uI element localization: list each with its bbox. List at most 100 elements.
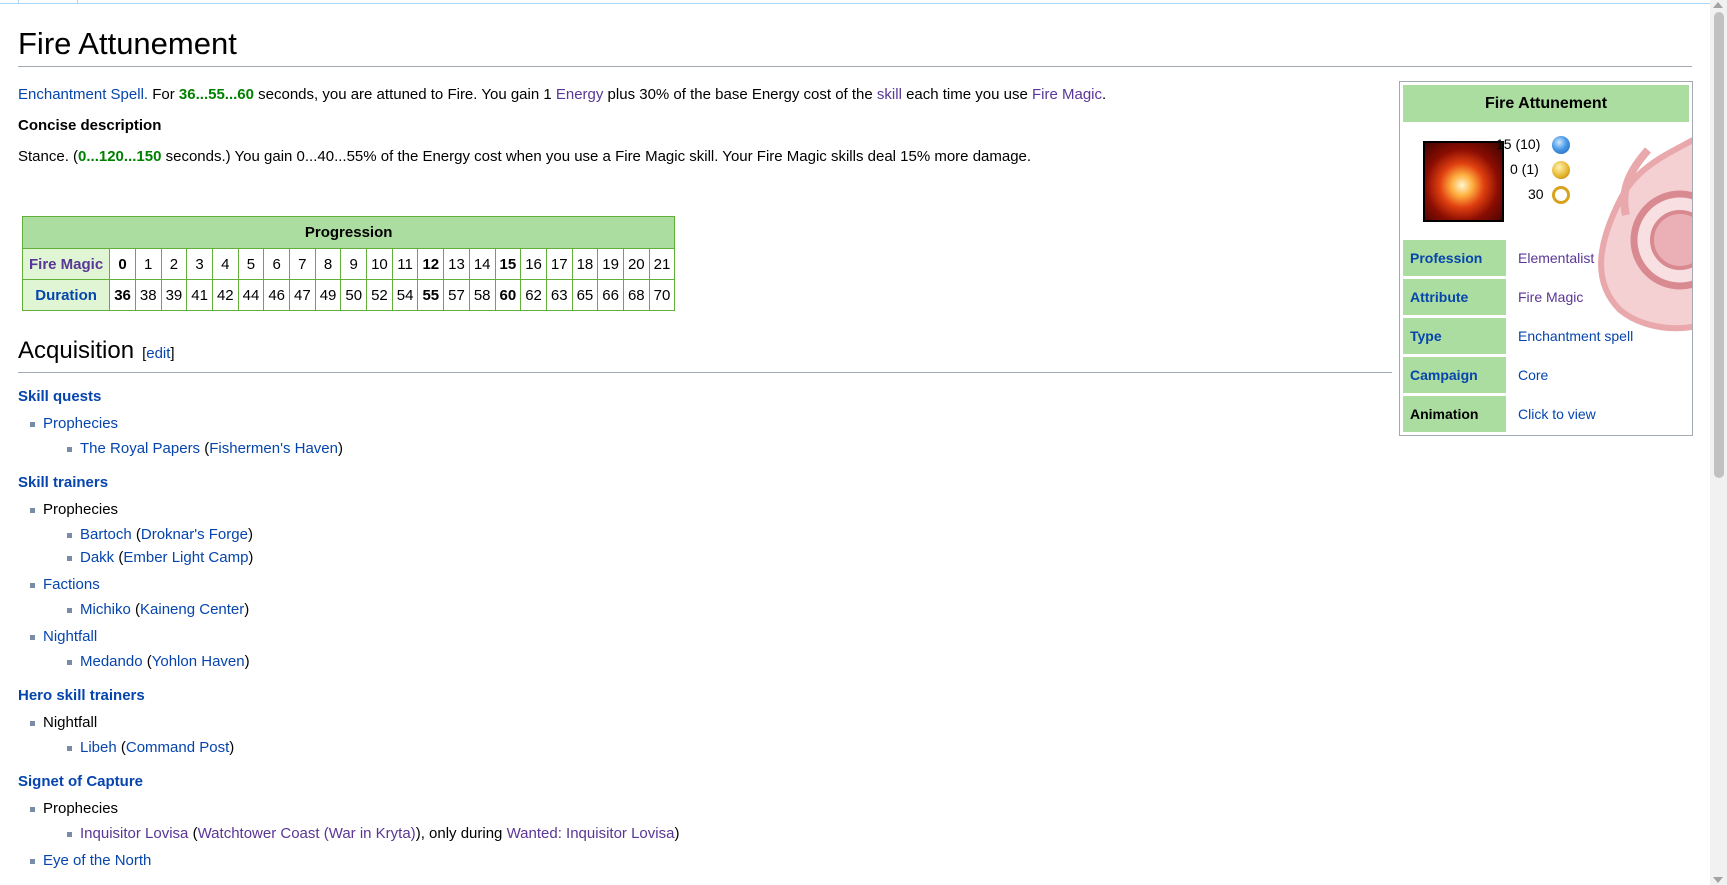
progression-level-cell: 9 (340, 248, 368, 280)
progression-duration-cell: 36 (109, 279, 136, 311)
infobox-title: Fire Attunement (1403, 85, 1689, 122)
edit-link[interactable]: edit (146, 345, 170, 362)
progression-duration-cell: 38 (134, 279, 162, 311)
progression-duration-cell: 58 (468, 279, 496, 311)
boss-link[interactable]: Inquisitor Lovisa (80, 825, 188, 842)
trainer-link[interactable]: Michiko (80, 601, 131, 618)
energy-link[interactable]: Energy (556, 86, 604, 103)
nightfall-link[interactable]: Nightfall (43, 628, 97, 645)
infobox-row-animation: Animation Click to view (1403, 396, 1689, 432)
progression-duration-cell: 62 (520, 279, 547, 311)
progression-duration-cell: 50 (340, 279, 368, 311)
progression-level-cell: 19 (597, 248, 624, 280)
progression-duration-cell: 60 (494, 279, 522, 311)
infobox-row-type: Type Enchantment spell (1403, 318, 1689, 354)
energy-orb-icon (1552, 136, 1570, 154)
progression-duration-cell: 63 (545, 279, 573, 311)
prophecies-link[interactable]: Prophecies (43, 415, 118, 432)
progression-duration-cell: 68 (622, 279, 650, 311)
skill-trainers-heading[interactable]: Skill trainers (18, 473, 1692, 493)
scrollbar-thumb[interactable] (1714, 12, 1724, 478)
quest-link[interactable]: The Royal Papers (80, 440, 200, 457)
progression-duration-cell: 70 (648, 279, 676, 311)
list-item: Michiko (Kaineng Center) (67, 599, 1692, 620)
location-link[interactable]: Watchtower Coast (War in Kryta) (198, 825, 416, 842)
list-item: Dakk (Ember Light Camp) (67, 547, 1692, 568)
progression-level-cell: 21 (648, 248, 676, 280)
enchantment-spell-link[interactable]: Enchantment Spell. (18, 86, 148, 103)
list-item: Nightfall Medando (Yohlon Haven) (30, 626, 1692, 672)
factions-link[interactable]: Factions (43, 576, 100, 593)
progression-level-cell: 3 (186, 248, 213, 280)
progression-duration-cell: 54 (391, 279, 419, 311)
recharge-icon (1552, 186, 1570, 204)
hero-skill-trainers-heading[interactable]: Hero skill trainers (18, 686, 1692, 706)
list-item: Inquisitor Lovisa (Watchtower Coast (War… (67, 823, 1692, 844)
progression-table: Progression Fire Magic 0 1 2 3 4 5 6 7 8 9 10 11 12 1… (21, 216, 676, 311)
progression-level-cell: 14 (468, 248, 496, 280)
eye-of-the-north-link[interactable]: Eye of the North (43, 852, 151, 869)
quest-link[interactable]: Wanted: Inquisitor Lovisa (507, 825, 675, 842)
progression-level-cell: 8 (314, 248, 342, 280)
location-link[interactable]: Fishermen's Haven (209, 440, 338, 457)
progression-duration-cell: 39 (160, 279, 188, 311)
progression-level-cell: 17 (545, 248, 573, 280)
location-link[interactable]: Droknar's Forge (141, 526, 248, 543)
trainer-link[interactable]: Bartoch (80, 526, 132, 543)
list-item: Bartoch (Droknar's Forge) (67, 524, 1692, 545)
progression-level-cell: 10 (366, 248, 393, 280)
progression-duration-cell: 55 (417, 279, 445, 311)
progression-duration-cell: 65 (571, 279, 599, 311)
duration-row-label[interactable]: Duration (21, 279, 111, 311)
energy-cost: 15 (10) (1496, 136, 1541, 152)
location-link[interactable]: Command Post (126, 739, 229, 756)
profession-link[interactable]: Elementalist (1518, 250, 1594, 266)
trainer-link[interactable]: Libeh (80, 739, 117, 756)
progression-level-cell: 18 (571, 248, 599, 280)
progression-level-cell: 2 (160, 248, 188, 280)
trainer-link[interactable]: Dakk (80, 549, 114, 566)
page-title: Fire Attunement (18, 24, 1692, 67)
list-item: Libeh (Command Post) (67, 737, 1692, 758)
location-link[interactable]: Yohlon Haven (152, 653, 245, 670)
progression-level-cell: 6 (263, 248, 290, 280)
list-item: Prophecies Bartoch (Droknar's Forge) Dak… (30, 499, 1692, 568)
skill-infobox: Fire Attunement 15 (10) 0 (1) 30 Profess… (1399, 81, 1693, 436)
progression-level-cell: 11 (391, 248, 419, 280)
progression-duration-cell: 49 (314, 279, 342, 311)
progression-duration-cell: 52 (366, 279, 393, 311)
vertical-scrollbar[interactable] (1710, 0, 1727, 885)
attribute-link[interactable]: Fire Magic (1518, 289, 1583, 305)
progression-level-cell: 20 (622, 248, 650, 280)
skill-link[interactable]: skill (877, 86, 902, 103)
progression-duration-cell: 44 (237, 279, 265, 311)
progression-level-cell: 0 (109, 248, 136, 280)
campaign-link[interactable]: Core (1518, 367, 1548, 383)
fire-magic-link[interactable]: Fire Magic (1032, 86, 1102, 103)
scroll-up-arrow-icon[interactable] (1713, 2, 1723, 8)
infobox-row-attribute: Attribute Fire Magic (1403, 279, 1689, 315)
acquisition-heading: Acquisition [edit] (18, 335, 1392, 373)
location-link[interactable]: Ember Light Camp (123, 549, 248, 566)
progression-duration-cell: 41 (186, 279, 213, 311)
page-tab-active[interactable] (18, 0, 78, 4)
animation-link[interactable]: Click to view (1518, 406, 1596, 422)
progression-level-cell: 1 (134, 248, 162, 280)
fire-magic-row-label[interactable]: Fire Magic (21, 248, 111, 280)
concise-duration-values: 0...120...150 (78, 148, 162, 165)
list-item: Eye of the North (30, 850, 1692, 871)
type-link[interactable]: Enchantment spell (1518, 328, 1633, 344)
list-item: Nightfall Libeh (Command Post) (30, 712, 1692, 758)
signet-of-capture-heading[interactable]: Signet of Capture (18, 772, 1692, 792)
infobox-row-profession: Profession Elementalist (1403, 240, 1689, 276)
fire-attunement-skill-icon (1423, 141, 1504, 222)
progression-level-cell: 13 (443, 248, 470, 280)
location-link[interactable]: Kaineng Center (140, 601, 244, 618)
scroll-down-arrow-icon[interactable] (1713, 877, 1723, 883)
trainer-link[interactable]: Medando (80, 653, 143, 670)
progression-duration-cell: 42 (211, 279, 239, 311)
infobox-row-campaign: Campaign Core (1403, 357, 1689, 393)
activation-time: 0 (1) (1510, 161, 1539, 177)
progression-level-cell: 7 (289, 248, 316, 280)
progression-duration-cell: 66 (597, 279, 624, 311)
